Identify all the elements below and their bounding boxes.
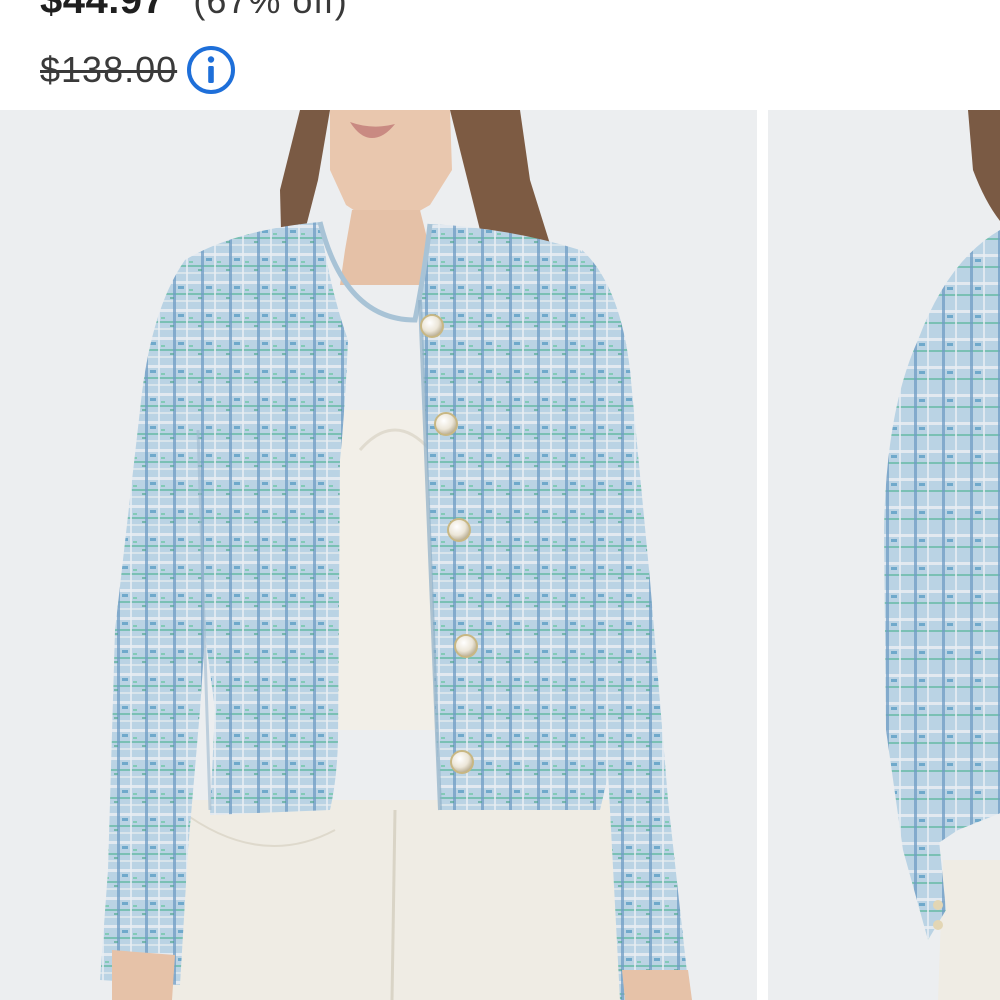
sale-price: $44.97 — [40, 0, 166, 22]
product-image-front[interactable] — [0, 110, 757, 1000]
info-icon[interactable] — [185, 44, 237, 96]
product-image-gallery[interactable] — [0, 110, 1000, 1000]
original-price-row: $138.00 — [40, 40, 237, 100]
original-price: $138.00 — [40, 49, 178, 90]
product-image-side[interactable] — [768, 110, 1000, 1000]
discount-label: (67% off) — [193, 0, 348, 21]
price-row: $44.97 (67% off) — [40, 0, 348, 28]
